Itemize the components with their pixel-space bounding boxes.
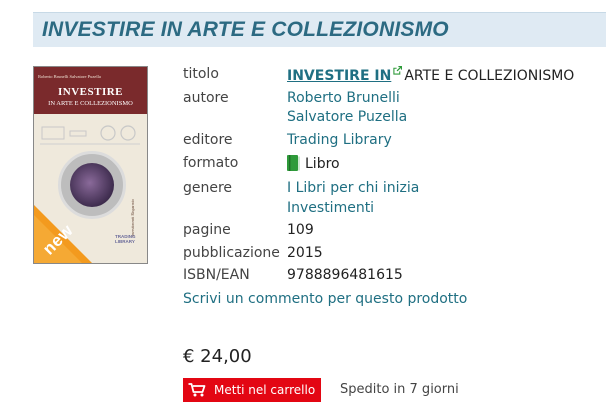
autore-label: autore [183,90,229,106]
title-bar: INVESTIRE IN ARTE E COLLEZIONISMO [33,12,606,47]
price: € 24,00 [183,346,252,367]
genere-link-1[interactable]: I Libri per chi inizia [287,180,419,196]
pagine-label: pagine [183,222,231,238]
book-icon [287,155,300,171]
titolo-label: titolo [183,66,219,82]
titolo-value: INVESTIRE IN ARTE E COLLEZIONISMO [287,66,574,84]
titolo-rest: ARTE E COLLEZIONISMO [404,68,575,84]
pagine-value: 109 [287,222,314,238]
genere-label: genere [183,180,233,196]
page-title: INVESTIRE IN ARTE E COLLEZIONISMO [42,18,449,41]
formato-value: Libro [287,155,340,172]
external-link-icon[interactable] [393,66,403,75]
write-review-link[interactable]: Scrivi un commento per questo prodotto [183,291,467,307]
editore-label: editore [183,132,233,148]
book-cover-image[interactable]: Roberto Brunelli Salvatore Puzella INVES… [33,66,148,264]
editore-link[interactable]: Trading Library [287,132,392,148]
formato-text: Libro [305,156,340,172]
isbn-value: 9788896481615 [287,267,403,283]
autore-link-1[interactable]: Roberto Brunelli [287,90,400,106]
formato-label: formato [183,155,239,171]
titolo-link[interactable]: INVESTIRE IN [287,68,391,84]
add-to-cart-button[interactable]: Metti nel carrello [183,378,321,402]
genere-link-2[interactable]: Investimenti [287,200,374,216]
add-to-cart-label: Metti nel carrello [214,383,316,397]
pubblicazione-value: 2015 [287,245,323,261]
autore-link-2[interactable]: Salvatore Puzella [287,109,407,125]
isbn-label: ISBN/EAN [183,267,250,283]
pubblicazione-label: pubblicazione [183,245,280,261]
shipping-info: Spedito in 7 giorni [340,382,459,397]
cart-icon [188,383,206,397]
